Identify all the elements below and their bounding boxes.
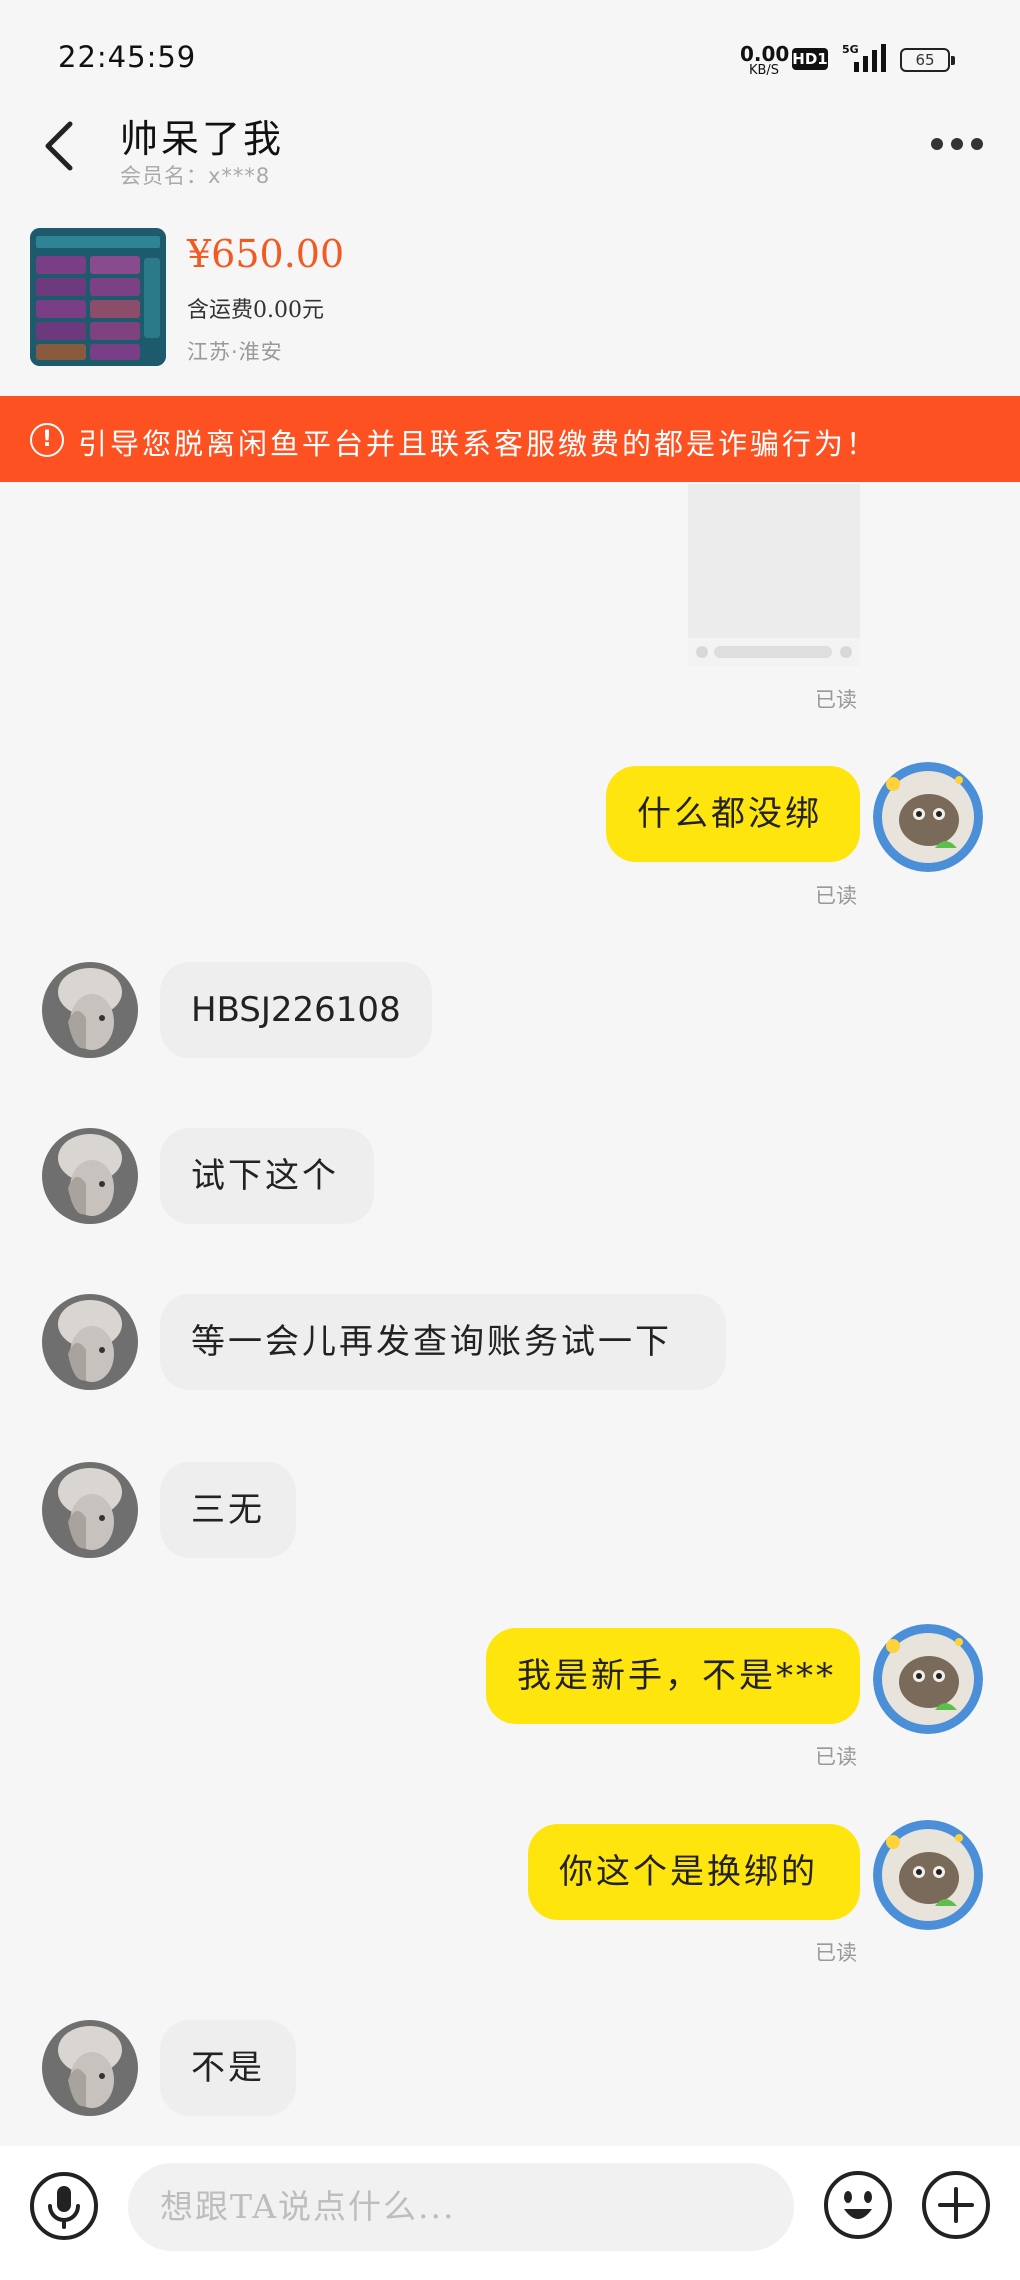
contact-avatar[interactable] bbox=[42, 1128, 138, 1224]
my-avatar[interactable] bbox=[873, 1820, 983, 1930]
network-type-label: 5G bbox=[842, 43, 859, 56]
plus-icon[interactable] bbox=[920, 2169, 992, 2241]
contact-message-bubble[interactable]: HBSJ226108 bbox=[160, 962, 432, 1058]
my-avatar[interactable] bbox=[873, 1624, 983, 1734]
read-status: 已读 bbox=[815, 688, 857, 712]
my-message-bubble[interactable]: 你这个是换绑的 bbox=[528, 1824, 860, 1920]
contact-avatar[interactable] bbox=[42, 2020, 138, 2116]
contact-avatar[interactable] bbox=[42, 1294, 138, 1390]
product-price: ¥650.00 bbox=[187, 232, 345, 276]
read-status: 已读 bbox=[815, 1941, 857, 1965]
read-status: 已读 bbox=[815, 884, 857, 908]
my-message-bubble[interactable]: 什么都没绑 bbox=[606, 766, 860, 862]
my-message-bubble[interactable]: 我是新手，不是*** bbox=[486, 1628, 860, 1724]
microphone-icon[interactable] bbox=[28, 2170, 100, 2242]
warning-icon: ! bbox=[30, 423, 64, 457]
hd-badge: HD1 bbox=[792, 48, 828, 70]
my-avatar[interactable] bbox=[873, 762, 983, 872]
more-dots-icon[interactable] bbox=[930, 136, 984, 152]
contact-message-bubble[interactable]: 不是 bbox=[160, 2020, 296, 2116]
shipping-fee: 含运费0.00元 bbox=[187, 298, 324, 323]
page-title: 帅呆了我 bbox=[120, 117, 285, 161]
read-status: 已读 bbox=[815, 1745, 857, 1769]
product-location: 江苏·淮安 bbox=[187, 340, 283, 364]
contact-message-bubble[interactable]: 三无 bbox=[160, 1462, 296, 1558]
back-chevron-icon[interactable] bbox=[40, 120, 80, 172]
fraud-warning-text: 引导您脱离闲鱼平台并且联系客服缴费的都是诈骗行为！ bbox=[78, 427, 879, 461]
sent-image-message[interactable] bbox=[688, 484, 860, 666]
network-speed-value: 0.00 bbox=[740, 42, 790, 66]
member-name: 会员名：x***8 bbox=[120, 164, 271, 188]
battery-icon: 65 bbox=[900, 48, 955, 72]
product-thumbnail[interactable] bbox=[30, 228, 166, 366]
emoji-icon[interactable] bbox=[822, 2169, 894, 2241]
network-speed: 0.00 KB/S bbox=[740, 42, 790, 77]
contact-message-bubble[interactable]: 试下这个 bbox=[160, 1128, 374, 1224]
contact-avatar[interactable] bbox=[42, 1462, 138, 1558]
contact-message-bubble[interactable]: 等一会儿再发查询账务试一下 bbox=[160, 1294, 726, 1390]
message-input[interactable]: 想跟TA说点什么... bbox=[128, 2163, 794, 2251]
status-time: 22:45:59 bbox=[58, 40, 197, 74]
contact-avatar[interactable] bbox=[42, 962, 138, 1058]
